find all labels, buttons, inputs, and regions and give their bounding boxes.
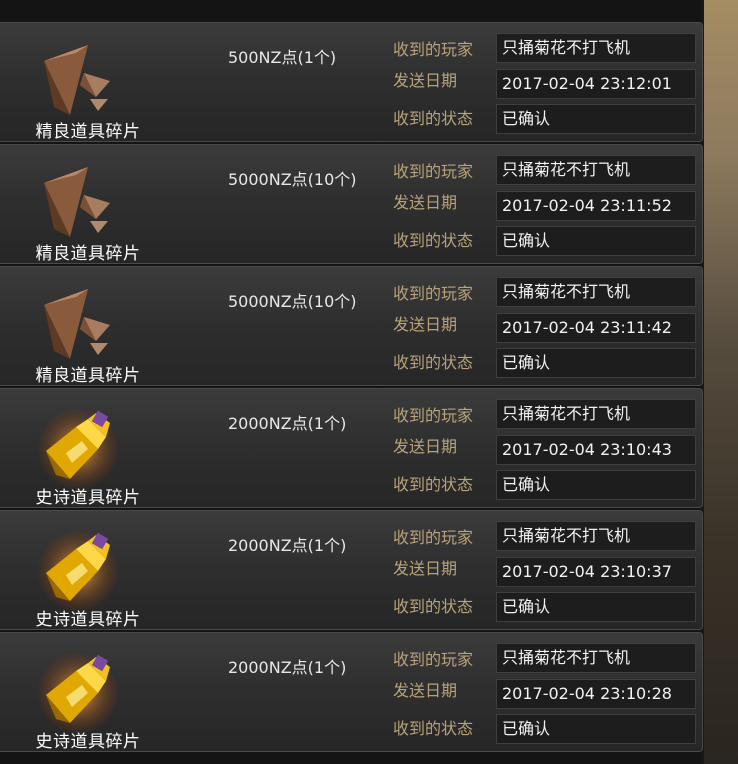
item-name: 史诗道具碎片	[35, 610, 141, 630]
date-value: 2017-02-04 23:10:28	[496, 679, 696, 709]
status-value: 已确认	[496, 714, 696, 744]
player-label: 收到的玩家	[393, 406, 474, 425]
item-name: 精良道具碎片	[35, 244, 141, 264]
reward-amount: 5000NZ点(10个)	[228, 170, 357, 189]
background-art	[704, 0, 738, 764]
list-item[interactable]: 史诗道具碎片 2000NZ点(1个) 收到的玩家 发送日期 收到的状态 只捅菊花…	[0, 388, 703, 508]
player-value: 只捅菊花不打飞机	[496, 277, 696, 307]
player-value: 只捅菊花不打飞机	[496, 399, 696, 429]
list-item[interactable]: 史诗道具碎片 2000NZ点(1个) 收到的玩家 发送日期 收到的状态 只捅菊花…	[0, 632, 703, 752]
date-label: 发送日期	[393, 315, 458, 334]
status-label: 收到的状态	[393, 719, 474, 738]
brown-shard-icon	[44, 289, 110, 359]
item-name: 史诗道具碎片	[35, 488, 141, 508]
status-label: 收到的状态	[393, 231, 474, 250]
player-value: 只捅菊花不打飞机	[496, 643, 696, 673]
status-label: 收到的状态	[393, 353, 474, 372]
gold-shard-icon	[38, 409, 118, 489]
item-name: 精良道具碎片	[35, 366, 141, 386]
reward-amount: 2000NZ点(1个)	[228, 414, 347, 433]
date-value: 2017-02-04 23:12:01	[496, 69, 696, 99]
date-value: 2017-02-04 23:10:37	[496, 557, 696, 587]
reward-amount: 2000NZ点(1个)	[228, 658, 347, 677]
list-item[interactable]: 史诗道具碎片 2000NZ点(1个) 收到的玩家 发送日期 收到的状态 只捅菊花…	[0, 510, 703, 630]
date-label: 发送日期	[393, 437, 458, 456]
status-label: 收到的状态	[393, 475, 474, 494]
list-item[interactable]: 精良道具碎片 500NZ点(1个) 收到的玩家 发送日期 收到的状态 只捅菊花不…	[0, 22, 703, 142]
brown-shard-icon	[44, 167, 110, 237]
date-label: 发送日期	[393, 193, 458, 212]
player-label: 收到的玩家	[393, 162, 474, 181]
gift-record-panel: 精良道具碎片 500NZ点(1个) 收到的玩家 发送日期 收到的状态 只捅菊花不…	[0, 0, 738, 764]
date-value: 2017-02-04 23:11:52	[496, 191, 696, 221]
status-value: 已确认	[496, 226, 696, 256]
status-label: 收到的状态	[393, 597, 474, 616]
item-name: 精良道具碎片	[35, 122, 141, 142]
date-value: 2017-02-04 23:11:42	[496, 313, 696, 343]
date-label: 发送日期	[393, 71, 458, 90]
item-name: 史诗道具碎片	[35, 732, 141, 752]
player-value: 只捅菊花不打飞机	[496, 155, 696, 185]
status-value: 已确认	[496, 470, 696, 500]
date-label: 发送日期	[393, 559, 458, 578]
player-value: 只捅菊花不打飞机	[496, 33, 696, 63]
reward-amount: 500NZ点(1个)	[228, 48, 337, 67]
player-label: 收到的玩家	[393, 40, 474, 59]
list-item[interactable]: 精良道具碎片 5000NZ点(10个) 收到的玩家 发送日期 收到的状态 只捅菊…	[0, 266, 703, 386]
brown-shard-icon	[44, 45, 110, 115]
status-value: 已确认	[496, 104, 696, 134]
player-label: 收到的玩家	[393, 528, 474, 547]
date-value: 2017-02-04 23:10:43	[496, 435, 696, 465]
status-value: 已确认	[496, 592, 696, 622]
gold-shard-icon	[38, 653, 118, 733]
date-label: 发送日期	[393, 681, 458, 700]
gold-shard-icon	[38, 531, 118, 611]
player-label: 收到的玩家	[393, 284, 474, 303]
reward-amount: 5000NZ点(10个)	[228, 292, 357, 311]
status-value: 已确认	[496, 348, 696, 378]
reward-amount: 2000NZ点(1个)	[228, 536, 347, 555]
gift-record-list[interactable]: 精良道具碎片 500NZ点(1个) 收到的玩家 发送日期 收到的状态 只捅菊花不…	[0, 22, 703, 754]
player-value: 只捅菊花不打飞机	[496, 521, 696, 551]
list-item[interactable]: 精良道具碎片 5000NZ点(10个) 收到的玩家 发送日期 收到的状态 只捅菊…	[0, 144, 703, 264]
player-label: 收到的玩家	[393, 650, 474, 669]
status-label: 收到的状态	[393, 109, 474, 128]
